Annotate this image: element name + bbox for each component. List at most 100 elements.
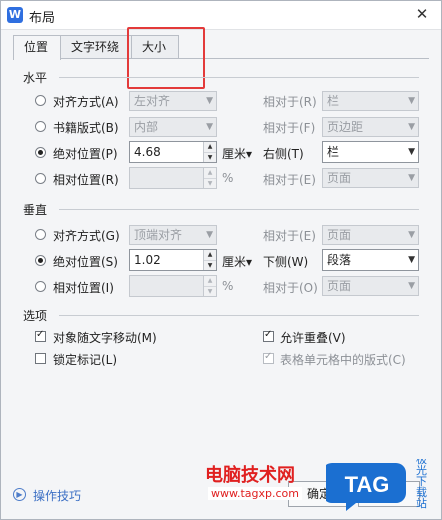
label-v-relative-relative: 相对于(O) xyxy=(263,281,318,295)
layout-dialog: W 布局 ✕ 位置 文字环绕 大小 水平 对齐方式(A) 左对齐 ▼ 相对于(R)… xyxy=(0,0,442,520)
input-value: 4.68 xyxy=(134,145,161,159)
checkbox-lock-anchor[interactable] xyxy=(35,353,46,364)
chevron-down-icon: ▼ xyxy=(408,281,415,291)
spin-up-icon[interactable]: ▲ xyxy=(204,250,216,260)
select-value: 段落 xyxy=(327,253,352,267)
watermark-logo: TAG 极光下载站 xyxy=(326,459,428,511)
select-value: 栏 xyxy=(327,145,340,159)
play-circle-icon[interactable]: ▶ xyxy=(13,488,26,501)
chevron-down-icon: ▼ xyxy=(408,122,415,132)
label-h-absolute-relative: 右侧(T) xyxy=(263,147,304,161)
unit-v-absolute[interactable]: 厘米▾ xyxy=(222,253,252,270)
logo-text: TAG xyxy=(345,472,390,497)
section-divider xyxy=(59,77,419,78)
label-h-relative-relative: 相对于(E) xyxy=(263,173,316,187)
radio-v-alignment[interactable] xyxy=(35,229,46,240)
tab-position[interactable]: 位置 xyxy=(13,35,61,60)
label-h-alignment: 对齐方式(A) xyxy=(53,95,119,109)
select-value: 顶端对齐 xyxy=(134,228,183,242)
input-value: 1.02 xyxy=(134,253,161,267)
chevron-down-icon: ▼ xyxy=(408,173,415,183)
label-h-absolute: 绝对位置(P) xyxy=(53,147,118,161)
select-h-book-layout-relative[interactable]: 页边距 ▼ xyxy=(322,117,419,137)
select-h-alignment[interactable]: 左对齐 ▼ xyxy=(129,91,217,111)
spin-down-icon[interactable]: ▼ xyxy=(204,260,216,271)
label-v-relative: 相对位置(I) xyxy=(53,281,114,295)
spin-down-icon[interactable]: ▼ xyxy=(204,152,216,163)
spinner: ▲ ▼ xyxy=(203,276,216,296)
logo-subtext: 极光下载站 xyxy=(415,459,428,509)
chevron-down-icon: ▼ xyxy=(206,230,213,240)
label-h-book-layout-relative: 相对于(F) xyxy=(263,121,316,135)
spinner: ▲ ▼ xyxy=(203,168,216,188)
select-value: 页面 xyxy=(327,171,352,185)
chevron-down-icon: ▼ xyxy=(408,96,415,106)
select-h-absolute-relative[interactable]: 栏 ▼ xyxy=(322,141,419,163)
unit-v-relative: % xyxy=(222,279,234,293)
size-tab-highlight-box xyxy=(127,27,205,89)
label-lock-anchor: 锁定标记(L) xyxy=(53,353,118,367)
select-v-absolute-relative[interactable]: 段落 ▼ xyxy=(322,249,419,271)
label-allow-overlap: 允许重叠(V) xyxy=(280,331,346,345)
input-h-absolute[interactable]: 4.68 ▲ ▼ xyxy=(129,141,217,163)
radio-v-absolute[interactable] xyxy=(35,255,46,266)
section-title-horizontal: 水平 xyxy=(23,71,48,85)
select-v-relative-relative[interactable]: 页面 ▼ xyxy=(322,276,419,296)
checkbox-move-with-text[interactable] xyxy=(35,329,46,342)
radio-h-alignment[interactable] xyxy=(35,95,46,106)
watermark-text: 电脑技术网 xyxy=(205,465,295,486)
select-value: 页面 xyxy=(327,228,352,242)
tab-text-wrap[interactable]: 文字环绕 xyxy=(60,35,132,59)
select-value: 页边距 xyxy=(327,120,364,134)
radio-h-relative[interactable] xyxy=(35,173,46,184)
unit-h-absolute[interactable]: 厘米▾ xyxy=(222,145,252,162)
checkbox-allow-overlap[interactable] xyxy=(263,329,274,342)
input-v-relative[interactable]: ▲ ▼ xyxy=(129,275,217,297)
close-icon[interactable]: ✕ xyxy=(413,5,431,23)
label-v-alignment: 对齐方式(G) xyxy=(53,229,120,243)
chevron-down-icon: ▼ xyxy=(408,230,415,240)
radio-v-relative[interactable] xyxy=(35,281,46,292)
select-v-alignment[interactable]: 顶端对齐 ▼ xyxy=(129,225,217,245)
label-move-with-text: 对象随文字移动(M) xyxy=(53,331,157,345)
label-v-absolute-relative: 下侧(W) xyxy=(263,255,309,269)
label-h-relative: 相对位置(R) xyxy=(53,173,119,187)
select-value: 页面 xyxy=(327,279,352,293)
select-v-alignment-relative[interactable]: 页面 ▼ xyxy=(322,225,419,245)
section-title-options: 选项 xyxy=(23,309,48,323)
title-bar: W 布局 ✕ xyxy=(1,1,441,30)
watermark-url: www.tagxp.com xyxy=(208,487,302,500)
label-v-alignment-relative: 相对于(E) xyxy=(263,229,316,243)
spinner: ▲ ▼ xyxy=(203,250,216,270)
spinner: ▲ ▼ xyxy=(203,142,216,162)
wps-app-icon: W xyxy=(7,7,23,23)
section-divider xyxy=(59,209,419,210)
spin-down-icon[interactable]: ▼ xyxy=(204,286,216,297)
input-h-relative[interactable]: ▲ ▼ xyxy=(129,167,217,189)
tab-divider xyxy=(13,58,429,59)
spin-down-icon[interactable]: ▼ xyxy=(204,178,216,189)
input-v-absolute[interactable]: 1.02 ▲ ▼ xyxy=(129,249,217,271)
section-title-vertical: 垂直 xyxy=(23,203,48,217)
spin-up-icon[interactable]: ▲ xyxy=(204,168,216,178)
section-divider xyxy=(59,315,419,316)
spin-up-icon[interactable]: ▲ xyxy=(204,276,216,286)
spin-up-icon[interactable]: ▲ xyxy=(204,142,216,152)
unit-h-relative: % xyxy=(222,171,234,185)
select-h-alignment-relative[interactable]: 栏 ▼ xyxy=(322,91,419,111)
operation-tips-link[interactable]: 操作技巧 xyxy=(33,487,81,504)
radio-h-absolute[interactable] xyxy=(35,147,46,158)
window-title: 布局 xyxy=(29,11,56,26)
chevron-down-icon: ▼ xyxy=(206,122,213,132)
radio-h-book-layout[interactable] xyxy=(35,121,46,132)
select-value: 内部 xyxy=(134,120,159,134)
select-h-book-layout[interactable]: 内部 ▼ xyxy=(129,117,217,137)
select-value: 左对齐 xyxy=(134,94,171,108)
chevron-down-icon: ▼ xyxy=(408,147,415,157)
label-v-absolute: 绝对位置(S) xyxy=(53,255,118,269)
select-value: 栏 xyxy=(327,94,340,108)
select-h-relative-relative[interactable]: 页面 ▼ xyxy=(322,168,419,188)
checkbox-table-cell-layout[interactable] xyxy=(263,351,274,364)
label-h-alignment-relative: 相对于(R) xyxy=(263,95,317,109)
chevron-down-icon: ▼ xyxy=(206,96,213,106)
